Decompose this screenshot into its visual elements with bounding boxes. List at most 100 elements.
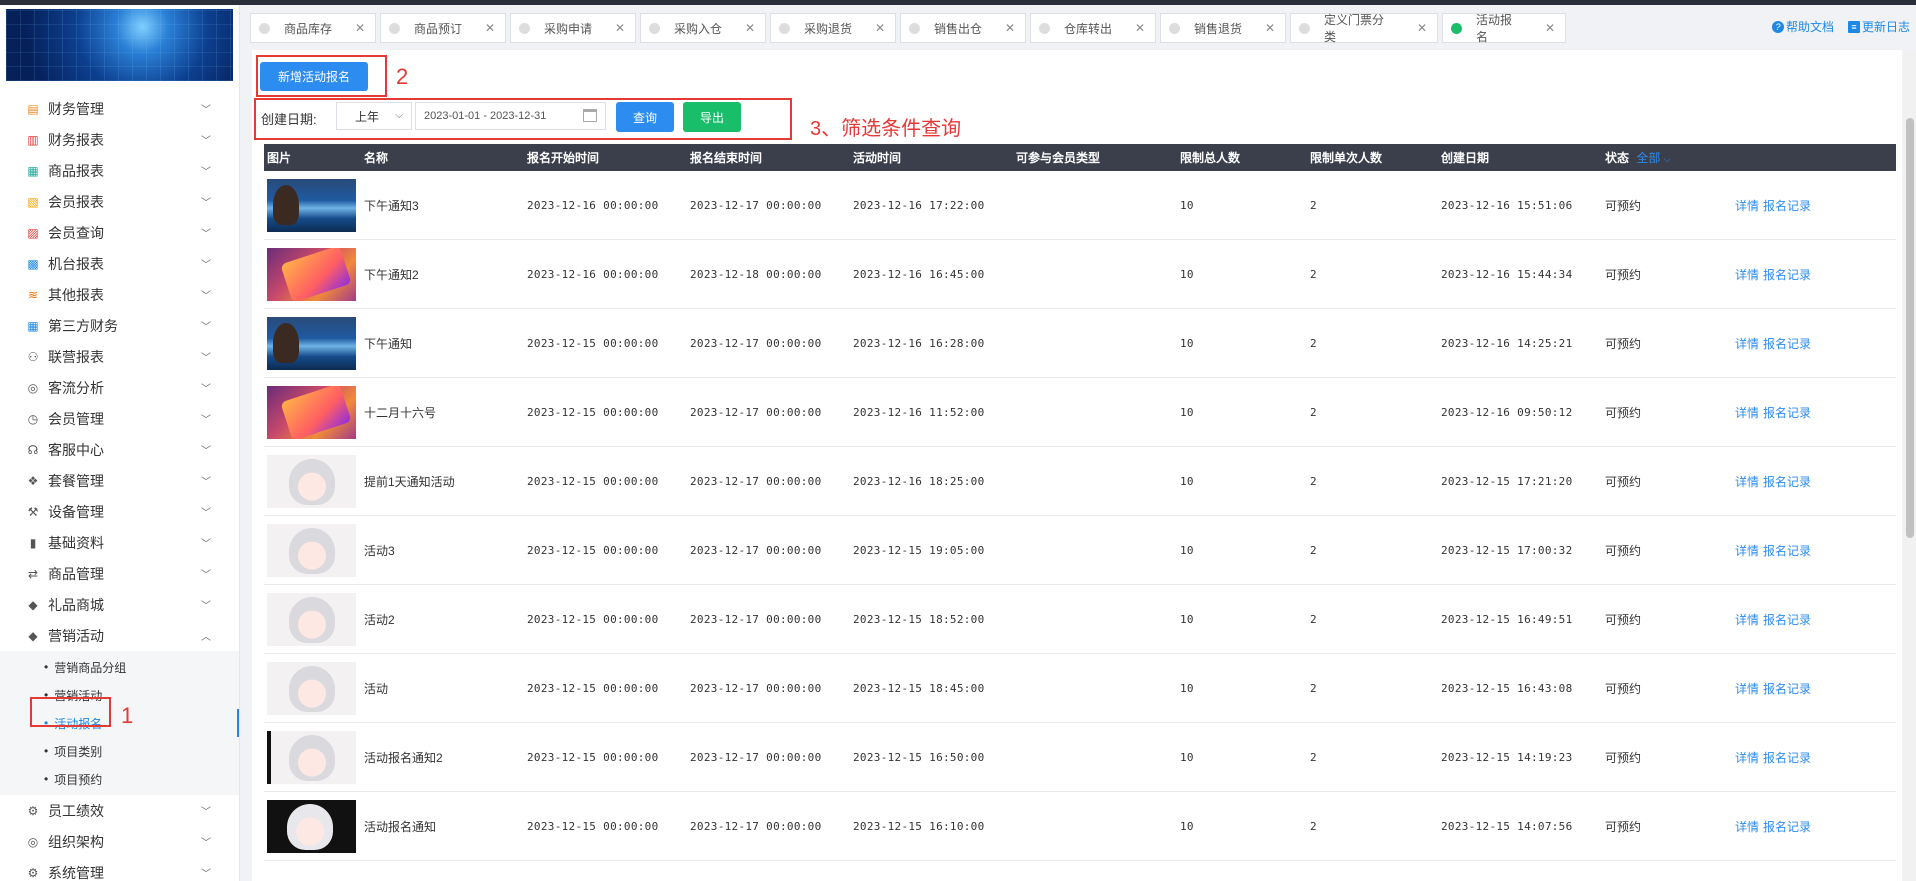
detail-link[interactable]: 详情 bbox=[1735, 613, 1759, 627]
tab[interactable]: 仓库转出 ✕ bbox=[1030, 13, 1156, 43]
sidebar-item[interactable]: ◆ 营销活动 ︿ bbox=[0, 620, 239, 651]
close-icon[interactable]: ✕ bbox=[355, 21, 365, 35]
sidebar-item[interactable]: ❖ 套餐管理 ﹀ bbox=[0, 465, 239, 496]
chevron-down-icon: ﹀ bbox=[201, 446, 211, 457]
sidebar-item[interactable]: ▥ 财务报表 ﹀ bbox=[0, 124, 239, 155]
cell-ops: 详情 报名记录 bbox=[1732, 197, 1876, 214]
sidebar-item[interactable]: ▨ 会员查询 ﹀ bbox=[0, 217, 239, 248]
close-icon[interactable]: ✕ bbox=[875, 21, 885, 35]
registration-records-link[interactable]: 报名记录 bbox=[1763, 406, 1811, 420]
sidebar-item[interactable]: ▧ 会员报表 ﹀ bbox=[0, 186, 239, 217]
close-icon[interactable]: ✕ bbox=[615, 21, 625, 35]
detail-link[interactable]: 详情 bbox=[1735, 268, 1759, 282]
registration-records-link[interactable]: 报名记录 bbox=[1763, 751, 1811, 765]
detail-link[interactable]: 详情 bbox=[1735, 544, 1759, 558]
cell-single: 2 bbox=[1310, 543, 1317, 557]
tab[interactable]: 销售退货 ✕ bbox=[1160, 13, 1286, 43]
close-icon[interactable]: ✕ bbox=[1545, 21, 1555, 35]
tab[interactable]: 销售出仓 ✕ bbox=[900, 13, 1026, 43]
cell-single: 2 bbox=[1310, 267, 1317, 281]
sidebar-item[interactable]: ⚙ 系统管理 ﹀ bbox=[0, 857, 239, 881]
sidebar-item-label: 会员查询 bbox=[48, 224, 104, 241]
tab-status-dot bbox=[649, 22, 660, 34]
detail-link[interactable]: 详情 bbox=[1735, 199, 1759, 213]
header-member-type: 可参与会员类型 bbox=[1016, 151, 1101, 165]
sidebar-item[interactable]: ◆ 礼品商城 ﹀ bbox=[0, 589, 239, 620]
changelog-link[interactable]: ≡ 更新日志 bbox=[1847, 18, 1910, 35]
registration-records-link[interactable]: 报名记录 bbox=[1763, 682, 1811, 696]
registration-records-link[interactable]: 报名记录 bbox=[1763, 544, 1811, 558]
sidebar-item[interactable]: ⚒ 设备管理 ﹀ bbox=[0, 496, 239, 527]
registration-records-link[interactable]: 报名记录 bbox=[1763, 337, 1811, 351]
sidebar-item[interactable]: ◎ 组织架构 ﹀ bbox=[0, 826, 239, 857]
detail-link[interactable]: 详情 bbox=[1735, 406, 1759, 420]
tab[interactable]: 定义门票分类 ✕ bbox=[1290, 13, 1438, 44]
registration-records-link[interactable]: 报名记录 bbox=[1763, 268, 1811, 282]
scrollbar[interactable] bbox=[1904, 50, 1916, 881]
status-filter-dropdown[interactable]: 全部 ⌵ bbox=[1636, 151, 1670, 165]
activity-thumbnail bbox=[267, 247, 356, 301]
swap-icon: ⇄ bbox=[27, 566, 39, 581]
tab-status-dot bbox=[519, 22, 530, 34]
close-icon[interactable]: ✕ bbox=[1417, 21, 1427, 35]
submenu-item[interactable]: • 项目预约 bbox=[0, 765, 239, 793]
registration-records-link[interactable]: 报名记录 bbox=[1763, 613, 1811, 627]
sidebar-item[interactable]: ▦ 商品报表 ﹀ bbox=[0, 155, 239, 186]
registration-records-link[interactable]: 报名记录 bbox=[1763, 475, 1811, 489]
detail-link[interactable]: 详情 bbox=[1735, 475, 1759, 489]
detail-link[interactable]: 详情 bbox=[1735, 337, 1759, 351]
tab[interactable]: 采购退货 ✕ bbox=[770, 13, 896, 43]
sidebar-item[interactable]: ▦ 第三方财务 ﹀ bbox=[0, 310, 239, 341]
registration-records-link[interactable]: 报名记录 bbox=[1763, 820, 1811, 834]
detail-link[interactable]: 详情 bbox=[1735, 751, 1759, 765]
sidebar-item[interactable]: ⚇ 联营报表 ﹀ bbox=[0, 341, 239, 372]
tab-status-dot bbox=[389, 22, 400, 34]
tab[interactable]: 商品预订 ✕ bbox=[380, 13, 506, 43]
sidebar-item[interactable]: ▩ 机台报表 ﹀ bbox=[0, 248, 239, 279]
activity-thumbnail bbox=[267, 523, 356, 577]
close-icon[interactable]: ✕ bbox=[1005, 21, 1015, 35]
annotation-box-1 bbox=[30, 697, 111, 727]
submenu-item[interactable]: • 项目类别 bbox=[0, 737, 239, 765]
sidebar-item[interactable]: ☊ 客服中心 ﹀ bbox=[0, 434, 239, 465]
chevron-down-icon: ﹀ bbox=[201, 539, 211, 550]
sidebar-item[interactable]: ▮ 基础资料 ﹀ bbox=[0, 527, 239, 558]
detail-link[interactable]: 详情 bbox=[1735, 682, 1759, 696]
detail-link[interactable]: 详情 bbox=[1735, 820, 1759, 834]
submenu-item[interactable]: • 营销商品分组 bbox=[0, 653, 239, 681]
close-icon[interactable]: ✕ bbox=[745, 21, 755, 35]
sidebar-item-label: 商品管理 bbox=[48, 565, 104, 582]
sidebar-item-label: 客流分析 bbox=[48, 379, 104, 396]
cell-end: 2023-12-17 00:00:00 bbox=[690, 198, 822, 212]
submenu-item-label: 项目预约 bbox=[54, 772, 103, 787]
registration-records-link[interactable]: 报名记录 bbox=[1763, 199, 1811, 213]
sidebar-item[interactable]: ◎ 客流分析 ﹀ bbox=[0, 372, 239, 403]
cell-start: 2023-12-15 00:00:00 bbox=[527, 336, 659, 350]
tab[interactable]: 活动报名 ✕ bbox=[1442, 13, 1566, 44]
tab-label: 销售出仓 bbox=[934, 21, 983, 36]
cell-start: 2023-12-15 00:00:00 bbox=[527, 612, 659, 626]
cell-total: 10 bbox=[1180, 543, 1194, 557]
sidebar-item[interactable]: ⇄ 商品管理 ﹀ bbox=[0, 558, 239, 589]
cell-time: 2023-12-15 18:52:00 bbox=[853, 612, 985, 626]
cell-time: 2023-12-15 16:10:00 bbox=[853, 819, 985, 833]
close-icon[interactable]: ✕ bbox=[1265, 21, 1275, 35]
close-icon[interactable]: ✕ bbox=[485, 21, 495, 35]
cell-total: 10 bbox=[1180, 198, 1194, 212]
chevron-down-icon: ﹀ bbox=[201, 260, 211, 271]
sidebar-item[interactable]: ▤ 财务管理 ﹀ bbox=[0, 93, 239, 124]
tab[interactable]: 采购申请 ✕ bbox=[510, 13, 636, 43]
tab[interactable]: 商品库存 ✕ bbox=[250, 13, 376, 43]
cell-ops: 详情 报名记录 bbox=[1732, 611, 1876, 628]
sidebar-item[interactable]: ⚙ 员工绩效 ﹀ bbox=[0, 795, 239, 826]
tab[interactable]: 采购入仓 ✕ bbox=[640, 13, 766, 43]
close-icon[interactable]: ✕ bbox=[1135, 21, 1145, 35]
sidebar-item[interactable]: ≋ 其他报表 ﹀ bbox=[0, 279, 239, 310]
tab-status-dot bbox=[1169, 22, 1180, 34]
sidebar-item[interactable]: ◷ 会员管理 ﹀ bbox=[0, 403, 239, 434]
scrollbar-thumb[interactable] bbox=[1906, 118, 1914, 538]
bullet-icon: • bbox=[44, 660, 49, 674]
header-created: 创建日期 bbox=[1441, 151, 1490, 165]
table-header: 图片 名称 报名开始时间 报名结束时间 活动时间 可参与会员类型 限制总人数 限… bbox=[264, 144, 1896, 171]
help-docs-link[interactable]: ? 帮助文档 bbox=[1771, 18, 1834, 35]
